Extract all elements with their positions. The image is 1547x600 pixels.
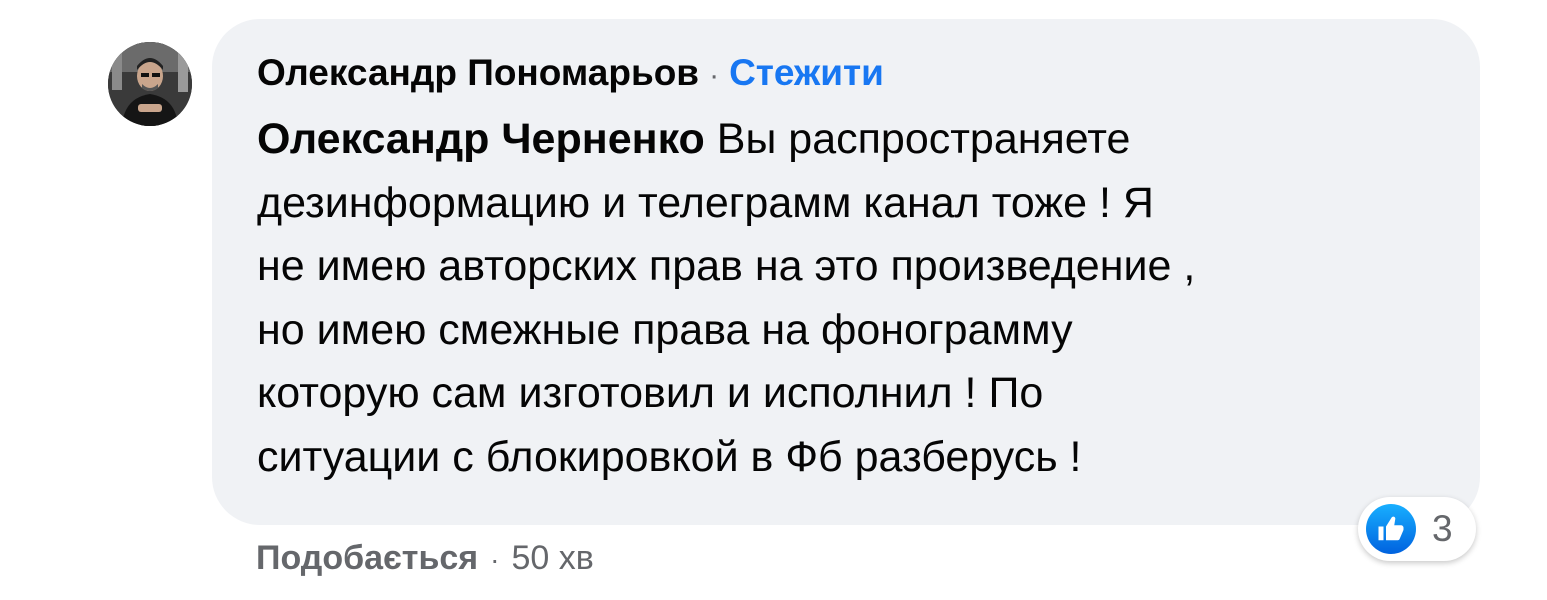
reaction-count: 3 <box>1432 508 1453 549</box>
comment-message: Вы распространяете дезинформацию и телег… <box>257 115 1196 481</box>
comment-timestamp[interactable]: 50 хв <box>511 536 593 580</box>
comment-actions: Подобається · 50 хв <box>256 536 594 582</box>
like-button[interactable]: Подобається <box>256 536 478 580</box>
like-icon <box>1366 504 1416 554</box>
header-separator: · <box>709 59 720 92</box>
footer-separator: · <box>490 544 500 575</box>
avatar-photo <box>108 42 192 126</box>
follow-button[interactable]: Стежити <box>729 49 884 97</box>
comment-text: Олександр Черненко Вы распространяете де… <box>257 108 1447 489</box>
comment-bubble: Олександр Пономарьов · Стежити Олександр… <box>212 19 1480 525</box>
comment-author-name[interactable]: Олександр Пономарьов <box>257 49 699 97</box>
comment-header: Олександр Пономарьов · Стежити <box>257 49 1440 100</box>
reaction-summary[interactable]: 3 <box>1358 497 1476 561</box>
avatar[interactable] <box>108 42 192 126</box>
mention-link[interactable]: Олександр Черненко <box>257 115 705 163</box>
